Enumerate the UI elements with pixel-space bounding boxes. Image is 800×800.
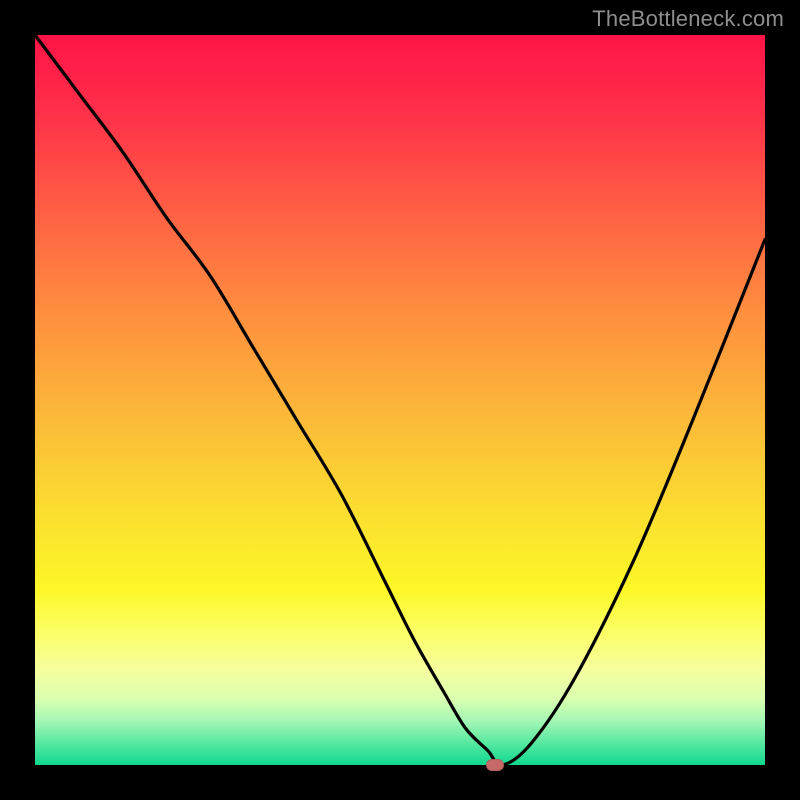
watermark-label: TheBottleneck.com xyxy=(592,6,784,32)
optimum-marker xyxy=(486,759,504,771)
plot-area xyxy=(35,35,765,765)
chart-frame: TheBottleneck.com xyxy=(0,0,800,800)
bottleneck-curve xyxy=(35,35,765,765)
